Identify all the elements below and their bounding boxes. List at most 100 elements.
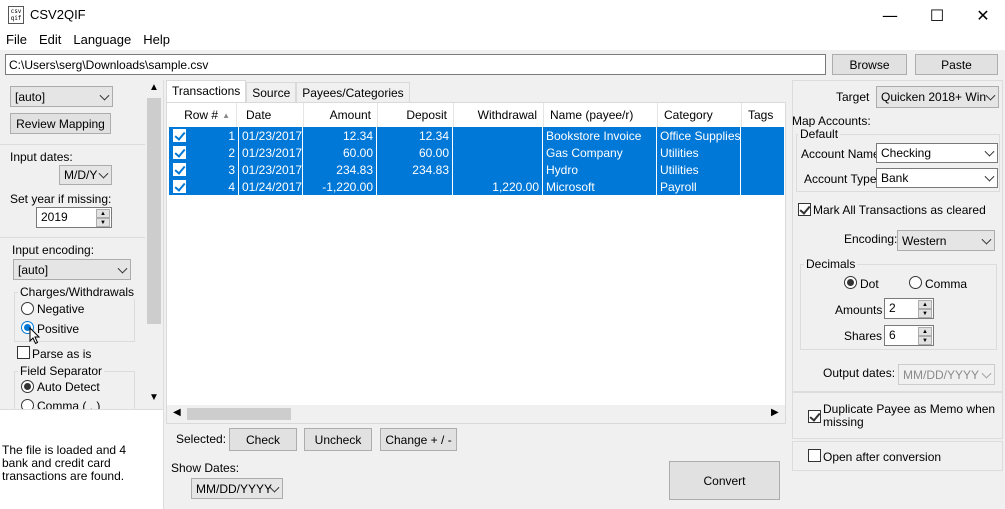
scroll-down-icon[interactable]: ▼	[149, 392, 159, 403]
tags-cell[interactable]	[741, 178, 785, 195]
withdrawal-cell[interactable]	[453, 127, 543, 144]
comma-radio[interactable]	[909, 276, 922, 289]
review-mapping-button[interactable]: Review Mapping	[10, 113, 111, 134]
amount-cell[interactable]: -1,220.00	[303, 178, 377, 195]
column-header-row[interactable]: Row # ▲	[169, 103, 237, 127]
account-name-label: Account Name:	[801, 147, 884, 161]
tab-source[interactable]: Source	[246, 82, 297, 102]
maximize-button[interactable]: ☐	[914, 0, 960, 30]
encoding-select[interactable]: Western	[897, 230, 995, 251]
row-number-cell[interactable]: 3	[169, 161, 239, 178]
spin-down-icon[interactable]: ▼	[918, 336, 932, 345]
date-cell[interactable]: 01/23/2017	[239, 144, 303, 161]
auto-detect-radio[interactable]	[21, 380, 34, 393]
negative-radio[interactable]	[21, 302, 34, 315]
comma-separator-radio[interactable]	[21, 399, 34, 409]
row-checkbox[interactable]	[173, 163, 186, 176]
spin-down-icon[interactable]: ▼	[96, 218, 110, 227]
withdrawal-cell[interactable]	[453, 144, 543, 161]
divider	[0, 144, 145, 145]
change-sign-button[interactable]: Change + / -	[380, 428, 457, 451]
duplicate-payee-checkbox[interactable]	[808, 410, 821, 423]
uncheck-button[interactable]: Uncheck	[304, 428, 372, 451]
withdrawal-cell[interactable]	[453, 161, 543, 178]
column-header-date[interactable]: Date	[240, 103, 304, 127]
tab-payees-categories[interactable]: Payees/Categories	[296, 82, 410, 102]
amounts-stepper[interactable]: 2 ▲ ▼	[884, 298, 934, 319]
spin-down-icon[interactable]: ▼	[918, 309, 932, 318]
spin-up-icon[interactable]: ▲	[918, 300, 932, 309]
date-cell[interactable]: 01/23/2017	[239, 127, 303, 144]
category-cell[interactable]: Utilities	[657, 161, 741, 178]
tags-cell[interactable]	[741, 127, 785, 144]
mark-all-cleared-checkbox[interactable]	[798, 203, 811, 216]
column-header-tags[interactable]: Tags	[742, 103, 785, 127]
row-checkbox[interactable]	[173, 129, 186, 142]
dot-radio[interactable]	[844, 276, 857, 289]
amount-cell[interactable]: 234.83	[303, 161, 377, 178]
category-cell[interactable]: Payroll	[657, 178, 741, 195]
menu-help[interactable]: Help	[137, 30, 176, 50]
scrollbar-thumb[interactable]	[187, 408, 291, 420]
browse-button[interactable]: Browse	[832, 54, 907, 75]
deposit-cell[interactable]: 60.00	[377, 144, 453, 161]
mapping-select[interactable]: [auto]	[10, 86, 113, 107]
parse-as-is-checkbox[interactable]	[17, 346, 30, 359]
name-cell[interactable]: Hydro	[543, 161, 657, 178]
column-header-category[interactable]: Category	[658, 103, 742, 127]
convert-button[interactable]: Convert	[669, 461, 780, 500]
scroll-right-icon[interactable]: ▶	[771, 407, 779, 418]
check-button[interactable]: Check	[229, 428, 297, 451]
scrollbar-thumb[interactable]	[147, 98, 161, 324]
grid-horizontal-scrollbar[interactable]: ◀ ▶	[167, 405, 785, 423]
spin-up-icon[interactable]: ▲	[96, 209, 110, 218]
year-stepper[interactable]: 2019 ▲ ▼	[36, 207, 112, 228]
category-cell[interactable]: Utilities	[657, 144, 741, 161]
row-checkbox[interactable]	[173, 146, 186, 159]
tab-transactions[interactable]: Transactions	[166, 80, 247, 102]
category-cell[interactable]: Office Supplies	[657, 127, 741, 144]
close-button[interactable]: ✕	[960, 0, 1005, 30]
paste-button[interactable]: Paste	[915, 54, 998, 75]
column-header-name[interactable]: Name (payee/r)	[544, 103, 658, 127]
name-cell[interactable]: Microsoft	[543, 178, 657, 195]
row-number-cell[interactable]: 2	[169, 144, 239, 161]
menu-file[interactable]: File	[0, 30, 33, 50]
output-dates-select[interactable]: MM/DD/YYYY	[898, 364, 995, 385]
scroll-left-icon[interactable]: ◀	[173, 407, 181, 418]
minimize-button[interactable]: —	[867, 0, 913, 30]
menu-edit[interactable]: Edit	[33, 30, 67, 50]
deposit-cell[interactable]	[377, 178, 453, 195]
date-cell[interactable]: 01/24/2017	[239, 178, 303, 195]
row-number-cell[interactable]: 4	[169, 178, 239, 195]
left-panel-scrollbar[interactable]: ▲ ▼	[145, 80, 163, 409]
date-cell[interactable]: 01/23/2017	[239, 161, 303, 178]
column-header-withdrawal[interactable]: Withdrawal	[454, 103, 544, 127]
column-header-deposit[interactable]: Deposit	[378, 103, 454, 127]
name-cell[interactable]: Gas Company	[543, 144, 657, 161]
amount-cell[interactable]: 12.34	[303, 127, 377, 144]
account-name-select[interactable]: Checking	[876, 143, 998, 163]
name-cell[interactable]: Bookstore Invoice	[543, 127, 657, 144]
row-checkbox[interactable]	[173, 180, 186, 193]
amount-cell[interactable]: 60.00	[303, 144, 377, 161]
withdrawal-cell[interactable]: 1,220.00	[453, 178, 543, 195]
open-after-checkbox[interactable]	[808, 449, 821, 462]
deposit-cell[interactable]: 234.83	[377, 161, 453, 178]
spin-up-icon[interactable]: ▲	[918, 327, 932, 336]
tags-cell[interactable]	[741, 144, 785, 161]
file-path-input[interactable]: C:\Users\serg\Downloads\sample.csv	[5, 54, 826, 75]
target-select[interactable]: Quicken 2018+ Win	[876, 86, 999, 108]
scroll-up-icon[interactable]: ▲	[149, 82, 159, 93]
shares-stepper[interactable]: 6 ▲ ▼	[884, 325, 934, 346]
deposit-cell[interactable]: 12.34	[377, 127, 453, 144]
date-format-select[interactable]: M/D/Y	[59, 165, 112, 185]
row-number-cell[interactable]: 1	[169, 127, 239, 144]
show-dates-select[interactable]: MM/DD/YYYY	[191, 478, 283, 499]
tags-cell[interactable]	[741, 161, 785, 178]
default-group-title: Default	[798, 127, 841, 141]
menu-language[interactable]: Language	[67, 30, 137, 50]
account-type-select[interactable]: Bank	[876, 168, 998, 188]
input-encoding-select[interactable]: [auto]	[13, 259, 131, 280]
column-header-amount[interactable]: Amount	[304, 103, 378, 127]
